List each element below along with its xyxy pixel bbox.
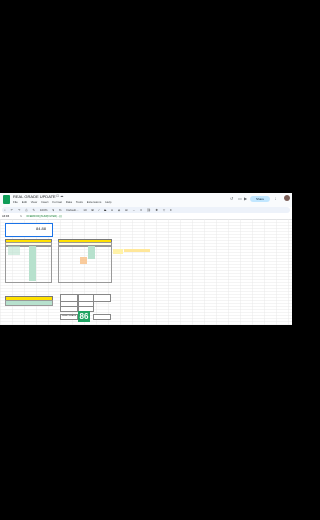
print-icon[interactable]: ⎙ xyxy=(25,208,27,212)
comment-icon[interactable]: ▭ xyxy=(238,196,242,201)
summary-row[interactable] xyxy=(5,300,53,306)
share-button[interactable]: Share xyxy=(250,196,270,202)
undo-icon[interactable]: ↶ xyxy=(11,208,14,212)
filter-icon[interactable]: ▽ xyxy=(163,208,165,212)
strikethrough-icon[interactable]: S xyxy=(104,208,106,212)
menu-help[interactable]: Help xyxy=(105,200,111,204)
left-table-body[interactable] xyxy=(5,245,52,283)
menu-bar: File Edit View Insert Format Data Tools … xyxy=(13,200,114,204)
menu-tools[interactable]: Tools xyxy=(76,200,83,204)
avatar[interactable] xyxy=(284,195,290,201)
side-legend-swatch[interactable] xyxy=(113,249,123,254)
menu-data[interactable]: Data xyxy=(66,200,72,204)
spreadsheet-app: REAL GRADE UPDATE ☆ ⊡ ☁ File Edit View I… xyxy=(0,193,292,325)
middle-table-body[interactable] xyxy=(58,245,112,283)
side-legend-note[interactable] xyxy=(124,249,150,252)
align-icon[interactable]: ≡ xyxy=(140,208,142,212)
final-grade-value[interactable]: 86 xyxy=(78,311,90,322)
menu-insert[interactable]: Insert xyxy=(41,200,49,204)
bold-icon[interactable]: B xyxy=(91,208,93,212)
summary-box-6[interactable] xyxy=(60,306,78,312)
comment-add-icon[interactable]: ✚ xyxy=(156,208,159,212)
history-icon[interactable]: ↺ xyxy=(230,196,233,201)
popup-value: 84.88 xyxy=(36,226,47,231)
selected-cell-popup[interactable]: 84.88 xyxy=(5,223,53,237)
link-icon[interactable]: ⛓ xyxy=(147,208,151,212)
menu-extensions[interactable]: Extensions xyxy=(87,200,102,204)
paint-format-icon[interactable]: ✎ xyxy=(33,208,36,212)
apps-icon[interactable]: ⁞ xyxy=(275,196,276,201)
redo-icon[interactable]: ↷ xyxy=(18,208,21,212)
menu-file[interactable]: File xyxy=(13,200,18,204)
font-size-input[interactable]: 10 xyxy=(83,208,86,212)
zoom-select[interactable]: 100% xyxy=(40,208,48,212)
summary-box-3[interactable] xyxy=(93,294,111,302)
menu-edit[interactable]: Edit xyxy=(22,200,27,204)
document-title[interactable]: REAL GRADE UPDATE xyxy=(13,194,56,199)
meet-icon[interactable]: ▶ xyxy=(244,196,247,201)
sheets-logo-icon[interactable] xyxy=(3,195,10,204)
currency-icon[interactable]: $ xyxy=(52,208,54,212)
merge-icon[interactable]: ⇔ xyxy=(132,208,135,212)
font-select[interactable]: Default... xyxy=(66,208,78,212)
fill-color-icon[interactable]: ◈ xyxy=(118,208,120,212)
italic-icon[interactable]: I xyxy=(98,208,99,212)
title-actions-icons[interactable]: ☆ ⊡ ☁ xyxy=(52,194,64,198)
menu-view[interactable]: View xyxy=(31,200,37,204)
title-bar: REAL GRADE UPDATE ☆ ⊡ ☁ File Edit View I… xyxy=(0,193,292,207)
final-grade-note[interactable] xyxy=(93,314,111,320)
toolbar: ⌕ ↶ ↷ ⎙ ✎ 100% $ % Default... 10 B I S A… xyxy=(2,207,290,213)
menu-format[interactable]: Format xyxy=(52,200,62,204)
borders-icon[interactable]: ⊞ xyxy=(125,208,128,212)
text-color-icon[interactable]: A xyxy=(111,208,113,212)
percent-icon[interactable]: % xyxy=(59,208,62,212)
functions-icon[interactable]: Σ xyxy=(170,208,172,212)
search-icon[interactable]: ⌕ xyxy=(4,208,6,212)
final-grade-label: FINAL GRADE xyxy=(60,314,78,320)
